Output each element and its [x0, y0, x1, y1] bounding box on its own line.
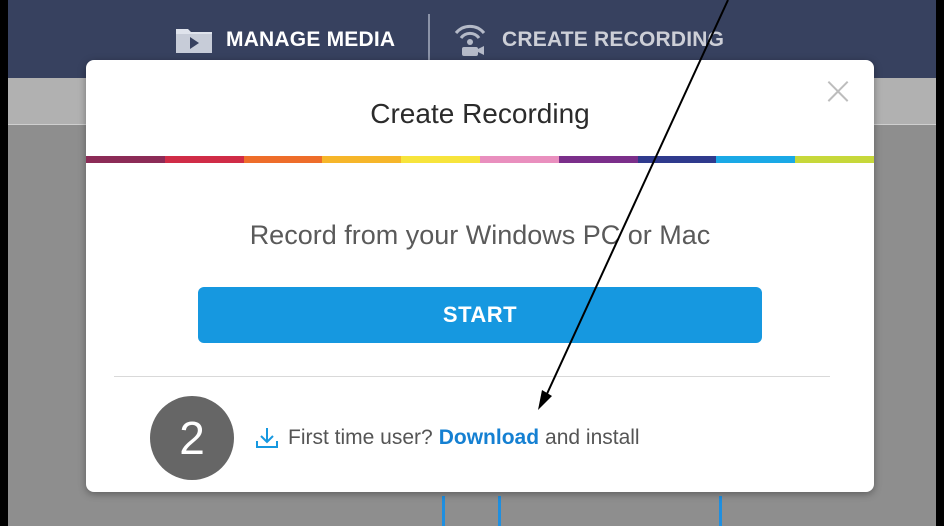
- footer-prefix: First time user?: [288, 426, 433, 449]
- stripe-segment: [637, 156, 717, 163]
- download-icon[interactable]: [254, 425, 280, 451]
- dialog-header: Create Recording ×: [86, 60, 874, 156]
- step-number-badge: 2: [150, 396, 234, 480]
- nav-create-recording[interactable]: CREATE RECORDING: [448, 20, 724, 60]
- stripe-segment: [86, 156, 165, 163]
- stripe-segment: [243, 156, 323, 163]
- footer-suffix: and install: [545, 426, 640, 449]
- dialog-separator: [114, 376, 830, 377]
- download-link[interactable]: Download: [439, 426, 539, 450]
- media-folder-icon: [172, 23, 216, 57]
- nav-manage-label: MANAGE MEDIA: [226, 28, 396, 51]
- stripe-segment: [401, 156, 480, 163]
- stripe-segment: [322, 156, 402, 163]
- nav-manage-media[interactable]: MANAGE MEDIA: [172, 20, 395, 60]
- nav-divider: [428, 14, 430, 66]
- dialog-title: Create Recording: [370, 98, 590, 129]
- start-button[interactable]: START: [198, 287, 762, 343]
- nav-create-label: CREATE RECORDING: [502, 28, 725, 51]
- close-icon[interactable]: ×: [820, 71, 856, 111]
- download-footer: First time user? Download and install: [254, 422, 640, 454]
- background-card-divider: [498, 496, 501, 526]
- webcam-icon: [448, 23, 492, 57]
- stripe-segment: [558, 156, 638, 163]
- background-card: [442, 496, 722, 526]
- stripe-segment: [164, 156, 244, 163]
- stripe-segment: [795, 156, 874, 163]
- stripe-segment: [716, 156, 796, 163]
- stripe-segment: [479, 156, 559, 163]
- rainbow-stripe: [86, 156, 874, 163]
- dialog-subtitle: Record from your Windows PC or Mac: [249, 220, 711, 250]
